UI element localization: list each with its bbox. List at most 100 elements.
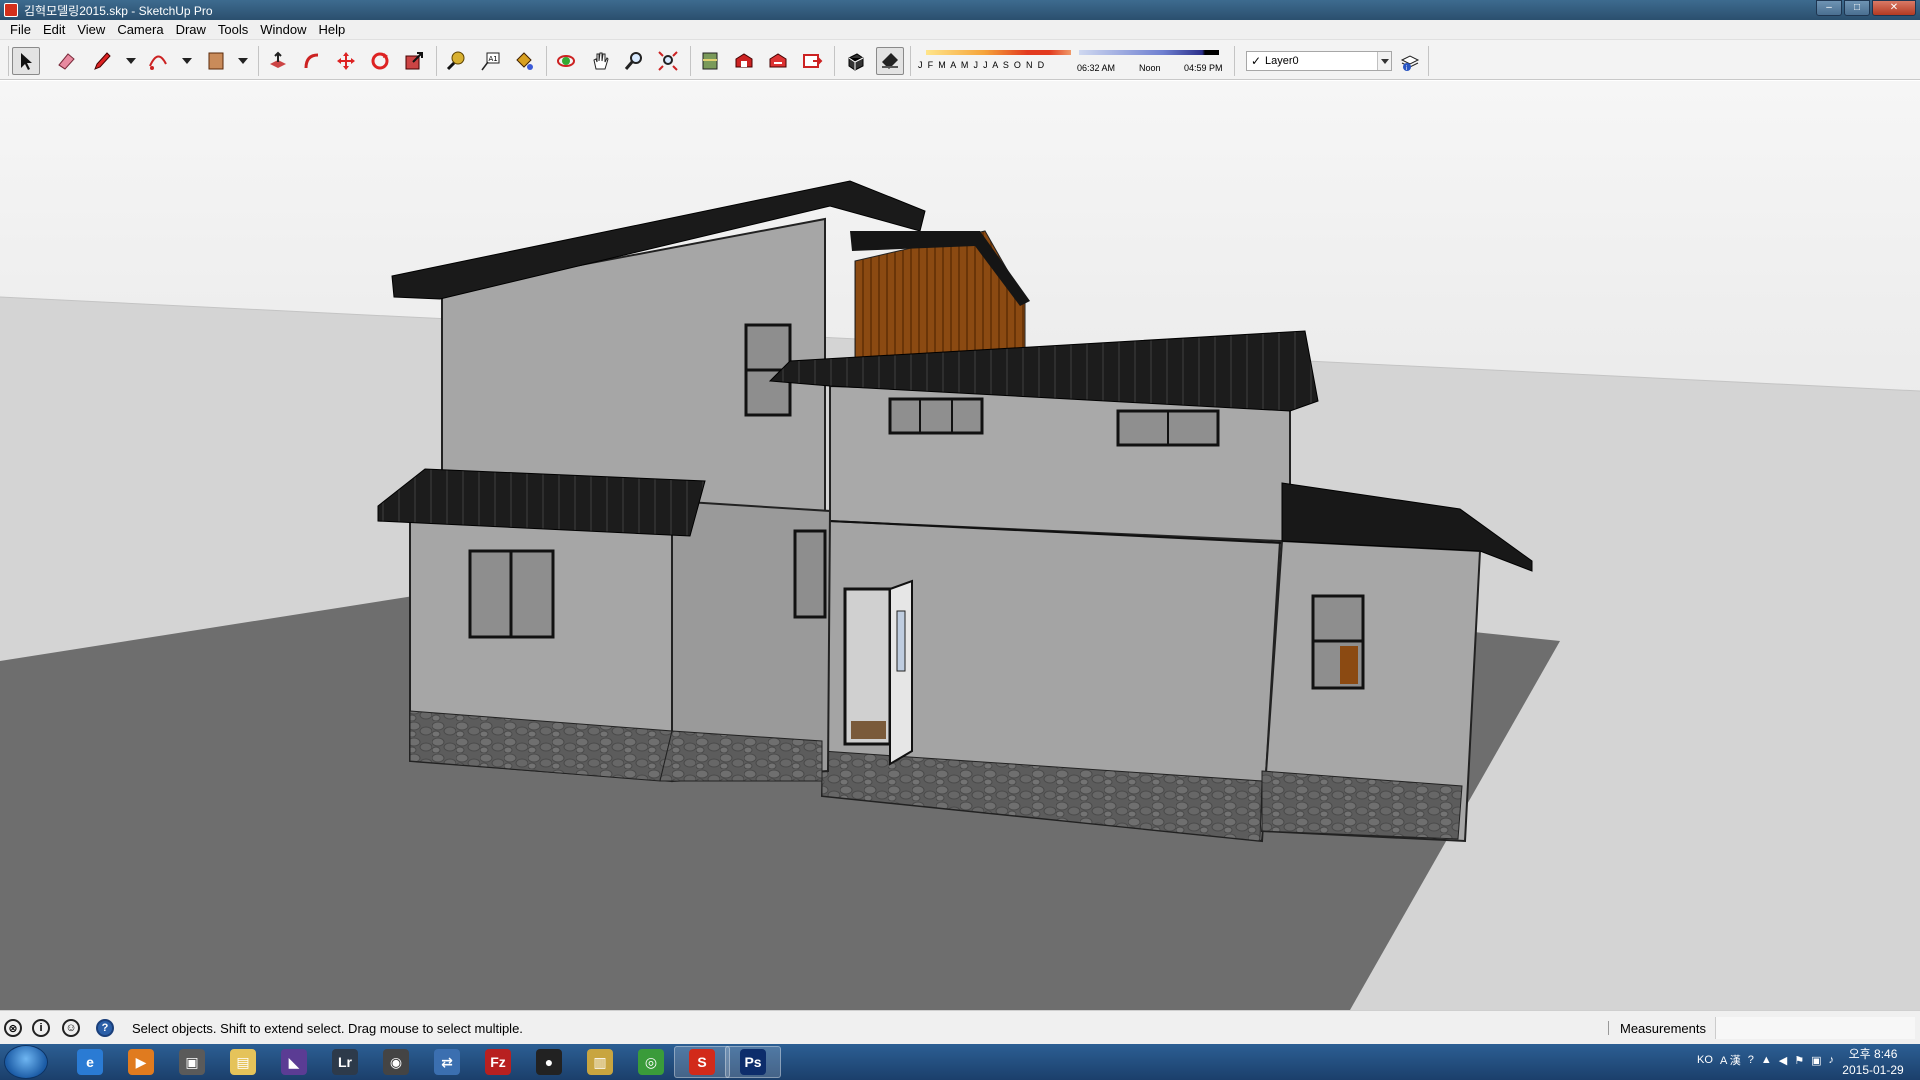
fog-toggle[interactable]	[876, 47, 904, 75]
menu-camera[interactable]: Camera	[111, 22, 169, 37]
file-explorer-icon: ▤	[230, 1049, 256, 1075]
menu-draw[interactable]: Draw	[170, 22, 212, 37]
toolbar-separator	[258, 46, 259, 76]
taskbar-app-media-player[interactable]: ▶	[113, 1046, 169, 1078]
eraser-tool[interactable]	[52, 47, 80, 75]
taskbar-app-camera-app[interactable]: ◉	[368, 1046, 424, 1078]
scale-tool[interactable]	[400, 47, 428, 75]
menu-tools[interactable]: Tools	[212, 22, 254, 37]
volume-icon[interactable]: ◀	[1779, 1054, 1787, 1067]
rotate-tool[interactable]	[366, 47, 394, 75]
measurements-label: Measurements	[1620, 1021, 1706, 1036]
measurements-input[interactable]	[1715, 1017, 1915, 1039]
minimize-button[interactable]: –	[1816, 0, 1842, 16]
menu-file[interactable]: File	[4, 22, 37, 37]
archive-app-icon: ▥	[587, 1049, 613, 1075]
ime-indicator[interactable]: A 漢	[1720, 1052, 1741, 1068]
pan-icon	[593, 52, 609, 70]
sign-in-icon[interactable]: ☺	[62, 1019, 80, 1037]
shadow-settings-panel: J F M A M J J A S O N D 06:32 AM Noon 04…	[916, 46, 1226, 76]
taskbar-app-network-app[interactable]: ⇄	[419, 1046, 475, 1078]
taskbar-app-lightroom[interactable]: Lr	[317, 1046, 373, 1078]
taskbar-app-visual-studio[interactable]: ◣	[266, 1046, 322, 1078]
title-bar: 김혁모델링2015.skp - SketchUp Pro – □ ✕	[0, 0, 1920, 20]
toolbar-separator	[436, 46, 437, 76]
layer-select[interactable]: ✓ Layer0	[1246, 51, 1392, 71]
arc-tool[interactable]	[144, 47, 172, 75]
taskbar-app-file-explorer[interactable]: ▤	[215, 1046, 271, 1078]
network-icon[interactable]: ▣	[1811, 1054, 1821, 1067]
shadows-icon	[848, 53, 864, 71]
photo-viewer-icon: ▣	[179, 1049, 205, 1075]
close-button[interactable]: ✕	[1872, 0, 1916, 16]
window-curtain	[1340, 646, 1358, 684]
text-tool[interactable]: A1	[476, 47, 504, 75]
model-viewport[interactable]	[0, 81, 1920, 1010]
help-tray-icon[interactable]: ?	[1748, 1054, 1754, 1066]
3d-warehouse-tool[interactable]	[730, 47, 758, 75]
taskbar-app-archive-app[interactable]: ▥	[572, 1046, 628, 1078]
follow-me-icon	[304, 53, 319, 69]
taskbar-app-sketchup[interactable]: S	[674, 1046, 730, 1078]
menu-view[interactable]: View	[71, 22, 111, 37]
credits-icon[interactable]: i	[32, 1019, 50, 1037]
sketchup-app-icon[interactable]	[4, 3, 18, 17]
maximize-button[interactable]: □	[1844, 0, 1870, 16]
zoom-extents-tool[interactable]	[654, 47, 682, 75]
show-hidden-icons[interactable]: ▲	[1761, 1054, 1772, 1066]
menu-window[interactable]: Window	[254, 22, 312, 37]
speaker-icon[interactable]: ♪	[1829, 1054, 1835, 1066]
scale-icon	[405, 52, 423, 70]
time-slider[interactable]	[1079, 50, 1219, 55]
share-model-icon	[769, 53, 787, 68]
taskbar-app-internet-explorer[interactable]: e	[62, 1046, 118, 1078]
system-tray: KO A 漢 ? ▲ ◀ ⚑ ▣ ♪	[1697, 1052, 1834, 1068]
language-indicator[interactable]: KO	[1697, 1054, 1713, 1066]
shadows-toggle[interactable]	[842, 47, 870, 75]
window-controls: – □ ✕	[1816, 0, 1916, 16]
taskbar-app-qq[interactable]: ●	[521, 1046, 577, 1078]
extension-warehouse-tool[interactable]	[798, 47, 826, 75]
front-door-frame	[843, 587, 892, 746]
rectangle-tool-dropdown[interactable]	[236, 47, 250, 75]
pan-tool[interactable]	[586, 47, 614, 75]
line-tool-dropdown[interactable]	[124, 47, 138, 75]
toolbar-separator	[834, 46, 835, 76]
layer-manager-button[interactable]: i	[1396, 47, 1424, 75]
filezilla-icon: Fz	[485, 1049, 511, 1075]
taskbar-clock[interactable]: 오후 8:46 2015-01-29	[1836, 1046, 1910, 1078]
arc-tool-dropdown[interactable]	[180, 47, 194, 75]
follow-me-tool[interactable]	[298, 47, 326, 75]
tape-measure-tool[interactable]	[442, 47, 470, 75]
month-slider[interactable]	[926, 50, 1071, 55]
clock-time: 오후 8:46	[1848, 1047, 1898, 1061]
taskbar-app-chrome[interactable]: ◎	[623, 1046, 679, 1078]
action-center-flag-icon[interactable]: ⚑	[1794, 1054, 1804, 1067]
rotate-icon	[371, 52, 389, 70]
paint-bucket-tool[interactable]	[510, 47, 538, 75]
start-button[interactable]	[4, 1045, 48, 1079]
front-door-leaf	[889, 579, 913, 766]
orbit-tool[interactable]	[552, 47, 580, 75]
taskbar-app-photo-viewer[interactable]: ▣	[164, 1046, 220, 1078]
rectangle-tool[interactable]	[202, 47, 230, 75]
move-tool[interactable]	[332, 47, 360, 75]
chevron-down-icon[interactable]	[1377, 52, 1391, 70]
zoom-tool[interactable]	[620, 47, 648, 75]
push-pull-tool[interactable]	[264, 47, 292, 75]
lightroom-icon: Lr	[332, 1049, 358, 1075]
toolbar-separator	[690, 46, 691, 76]
qq-icon: ●	[536, 1049, 562, 1075]
toolbar-separator	[546, 46, 547, 76]
taskbar-app-filezilla[interactable]: Fz	[470, 1046, 526, 1078]
select-tool[interactable]	[12, 47, 40, 75]
help-icon[interactable]: ?	[96, 1019, 114, 1037]
taskbar-app-photoshop[interactable]: Ps	[725, 1046, 781, 1078]
menu-edit[interactable]: Edit	[37, 22, 71, 37]
layer-name: Layer0	[1265, 55, 1299, 67]
line-tool[interactable]	[88, 47, 116, 75]
geo-location-icon[interactable]: ⊗	[4, 1019, 22, 1037]
add-location-tool[interactable]	[696, 47, 724, 75]
menu-help[interactable]: Help	[313, 22, 352, 37]
share-model-tool[interactable]	[764, 47, 792, 75]
